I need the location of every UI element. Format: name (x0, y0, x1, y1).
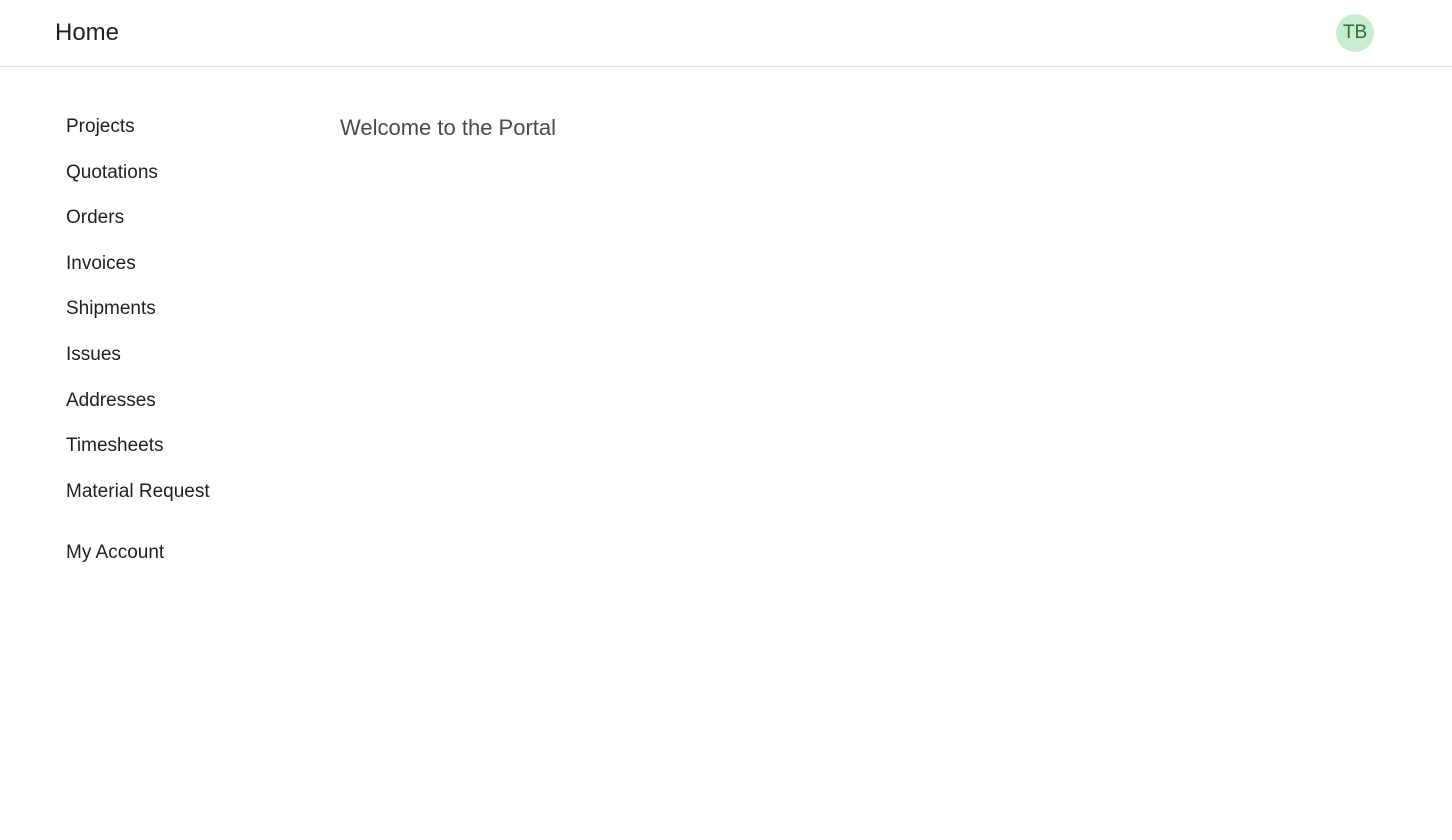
main-content: Welcome to the Portal (340, 114, 556, 142)
sidebar-item-projects[interactable]: Projects (66, 115, 306, 139)
sidebar-item-quotations[interactable]: Quotations (66, 161, 306, 185)
sidebar-item-issues[interactable]: Issues (66, 343, 306, 367)
sidebar-item-orders[interactable]: Orders (66, 206, 306, 230)
sidebar-item-my-account[interactable]: My Account (66, 541, 306, 565)
user-avatar[interactable]: TB (1336, 14, 1374, 52)
sidebar-item-addresses[interactable]: Addresses (66, 389, 306, 413)
sidebar-item-shipments[interactable]: Shipments (66, 297, 306, 321)
sidebar: Projects Quotations Orders Invoices Ship… (66, 115, 306, 587)
sidebar-item-material-request[interactable]: Material Request (66, 480, 306, 504)
sidebar-item-invoices[interactable]: Invoices (66, 252, 306, 276)
top-navbar: Home TB (0, 0, 1452, 67)
page-title: Welcome to the Portal (340, 115, 557, 140)
home-link[interactable]: Home (55, 18, 119, 48)
sidebar-divider (66, 525, 306, 541)
sidebar-item-timesheets[interactable]: Timesheets (66, 434, 306, 458)
